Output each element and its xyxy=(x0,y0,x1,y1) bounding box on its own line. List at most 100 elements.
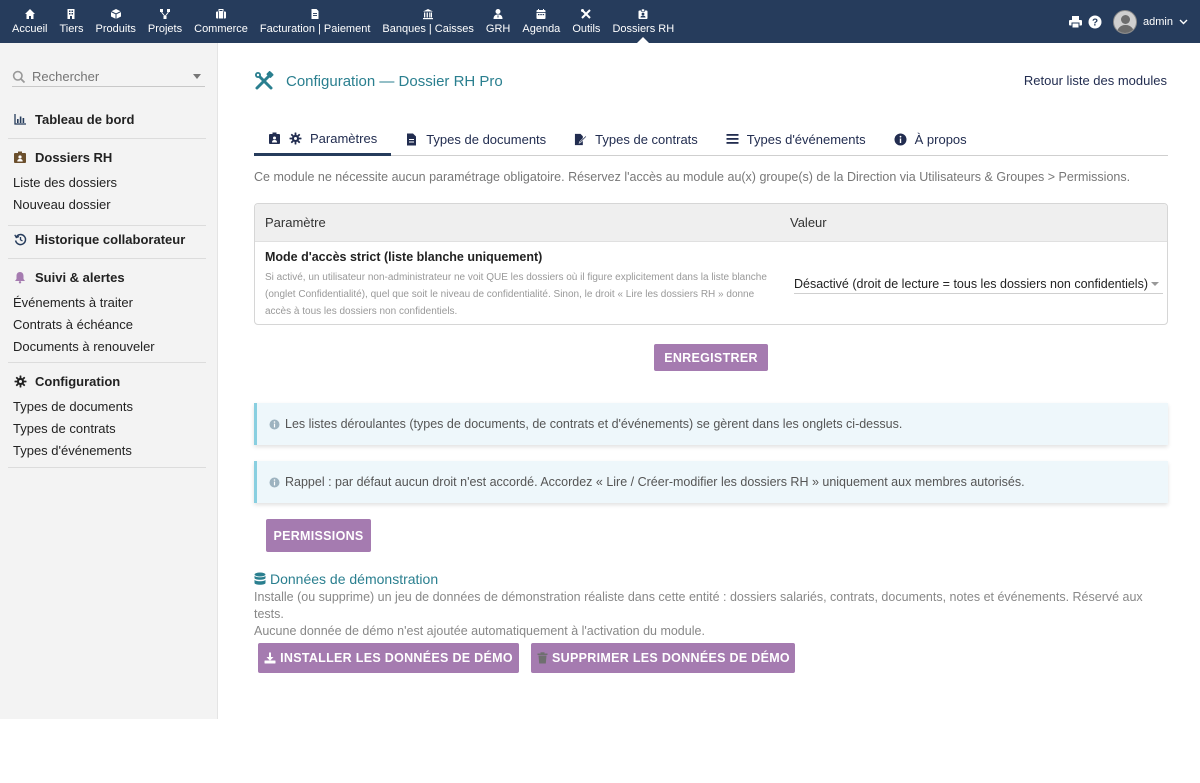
permissions-button[interactable]: PERMISSIONS xyxy=(266,519,371,552)
nav-tiers[interactable]: Tiers xyxy=(53,0,89,43)
tab-types-documents[interactable]: Types de documents xyxy=(391,123,560,155)
download-icon xyxy=(264,652,276,664)
divider xyxy=(8,362,206,363)
nav-label: Banques | Caisses xyxy=(382,23,474,35)
search-icon xyxy=(12,70,26,84)
sidebar-item-suivi-alertes[interactable]: Suivi & alertes xyxy=(13,267,206,287)
info-icon xyxy=(894,133,907,146)
chart-icon xyxy=(13,112,27,126)
chevron-down-icon[interactable] xyxy=(1179,19,1188,25)
suitcase-icon xyxy=(215,8,227,20)
column-header-valeur: Valeur xyxy=(790,215,827,230)
nav-label: GRH xyxy=(485,23,511,35)
sidebar-item-label: Configuration xyxy=(35,373,121,389)
search-box[interactable] xyxy=(12,67,205,87)
nav-produits[interactable]: Produits xyxy=(90,0,142,43)
sidebar-item-types-documents[interactable]: Types de documents xyxy=(13,395,206,417)
nav-projets[interactable]: Projets xyxy=(142,0,188,43)
button-label: SUPPRIMER LES DONNÉES DE DÉMO xyxy=(552,651,790,665)
sidebar-item-documents-renouveler[interactable]: Documents à renouveler xyxy=(13,335,206,357)
search-input[interactable] xyxy=(32,69,182,84)
table-header: Paramètre Valeur xyxy=(255,204,1167,242)
delete-demo-button[interactable]: SUPPRIMER LES DONNÉES DE DÉMO xyxy=(531,643,795,673)
gear-icon xyxy=(289,132,302,145)
sidebar-item-evenements[interactable]: Événements à traiter xyxy=(13,291,206,313)
page-title: Configuration — Dossier RH Pro xyxy=(286,72,503,90)
tab-parametres[interactable]: Paramètres xyxy=(254,123,392,156)
sidebar-item-nouveau-dossier[interactable]: Nouveau dossier xyxy=(13,193,206,215)
svg-text:?: ? xyxy=(1092,17,1098,28)
bank-icon xyxy=(422,8,434,20)
gear-icon xyxy=(13,374,27,388)
id-badge-icon xyxy=(268,132,281,145)
sidebar-item-dossiers-rh[interactable]: Dossiers RH xyxy=(13,147,206,167)
select-value: Désactivé (droit de lecture = tous les d… xyxy=(794,276,1148,291)
nav-facturation[interactable]: Facturation | Paiement xyxy=(254,0,376,43)
strict-mode-select[interactable]: Désactivé (droit de lecture = tous les d… xyxy=(794,274,1163,294)
sidebar-item-types-evenements[interactable]: Types d'événements xyxy=(13,439,206,461)
signature-icon xyxy=(574,133,588,146)
tab-bar: Paramètres Types de documents Types de c… xyxy=(254,123,1168,156)
demo-title: Données de démonstration xyxy=(270,571,439,587)
help-icon[interactable]: ? xyxy=(1087,14,1103,30)
cube-icon xyxy=(110,8,122,20)
demo-desc-line-2: Aucune donnée de démo n'est ajoutée auto… xyxy=(254,624,705,638)
divider xyxy=(8,138,206,139)
sidebar-item-types-contrats[interactable]: Types de contrats xyxy=(13,417,206,439)
tab-types-evenements[interactable]: Types d'événements xyxy=(712,123,880,155)
demo-description: Installe (ou supprime) un jeu de données… xyxy=(254,589,1174,640)
button-label: INSTALLER LES DONNÉES DE DÉMO xyxy=(280,651,513,665)
nav-dossiers-rh[interactable]: Dossiers RH xyxy=(606,0,680,43)
nav-accueil[interactable]: Accueil xyxy=(6,0,53,43)
database-icon xyxy=(254,572,266,586)
nav-outils[interactable]: Outils xyxy=(566,0,606,43)
divider xyxy=(8,225,206,226)
sitemap-icon xyxy=(159,8,171,20)
nav-banques[interactable]: Banques | Caisses xyxy=(376,0,480,43)
nav-grh[interactable]: GRH xyxy=(480,0,516,43)
sidebar-item-configuration[interactable]: Configuration xyxy=(13,371,206,391)
table-row: Mode d'accès strict (liste blanche uniqu… xyxy=(255,242,1167,324)
tab-label: Paramètres xyxy=(310,130,378,146)
calendar-icon xyxy=(535,8,547,20)
nav-label: Produits xyxy=(95,23,136,35)
building-icon xyxy=(65,8,77,20)
sidebar-dossiers-rh: Dossiers RH Liste des dossiers Nouveau d… xyxy=(13,147,206,215)
param-description: Si activé, un utilisateur non-administra… xyxy=(265,272,767,317)
user-name[interactable]: admin xyxy=(1143,16,1173,28)
parameters-table: Paramètre Valeur Mode d'accès strict (li… xyxy=(254,203,1168,325)
info-icon xyxy=(269,477,280,488)
info-box-lists: Les listes déroulantes (types de documen… xyxy=(254,403,1168,445)
user-tie-icon xyxy=(492,8,504,20)
param-name: Mode d'accès strict (liste blanche uniqu… xyxy=(265,250,543,264)
back-to-modules-link[interactable]: Retour liste des modules xyxy=(1024,73,1167,88)
save-button[interactable]: ENREGISTRER xyxy=(654,344,768,371)
demo-section-header: Données de démonstration xyxy=(254,571,438,587)
install-demo-button[interactable]: INSTALLER LES DONNÉES DE DÉMO xyxy=(258,643,519,673)
list-icon xyxy=(726,133,739,146)
chevron-down-icon[interactable] xyxy=(193,74,201,79)
top-navbar: Accueil Tiers Produits Projets Commerce xyxy=(0,0,1200,43)
sidebar-item-liste-dossiers[interactable]: Liste des dossiers xyxy=(13,171,206,193)
info-box-reminder: Rappel : par défaut aucun droit n'est ac… xyxy=(254,461,1168,503)
nav-agenda[interactable]: Agenda xyxy=(516,0,566,43)
avatar[interactable] xyxy=(1113,9,1138,34)
column-header-parametre: Paramètre xyxy=(265,215,326,230)
tab-label: Types d'événements xyxy=(746,131,866,147)
home-icon xyxy=(24,8,36,20)
sidebar-configuration: Configuration Types de documents Types d… xyxy=(13,371,206,461)
nav-label: Projets xyxy=(147,23,183,35)
sidebar-dashboard[interactable]: Tableau de bord xyxy=(13,109,206,129)
history-icon xyxy=(13,232,27,246)
nav-commerce[interactable]: Commerce xyxy=(188,0,254,43)
tools-icon xyxy=(580,8,592,20)
sidebar-item-contrats-echeance[interactable]: Contrats à échéance xyxy=(13,313,206,335)
print-icon[interactable] xyxy=(1067,14,1083,30)
nav-label: Commerce xyxy=(194,23,248,35)
tab-a-propos[interactable]: À propos xyxy=(880,123,981,155)
file-icon xyxy=(405,133,418,146)
divider xyxy=(8,467,206,468)
sidebar-item-historique[interactable]: Historique collaborateur xyxy=(13,229,206,249)
tab-types-contrats[interactable]: Types de contrats xyxy=(560,123,712,155)
info-text: Rappel : par défaut aucun droit n'est ac… xyxy=(285,475,1025,489)
